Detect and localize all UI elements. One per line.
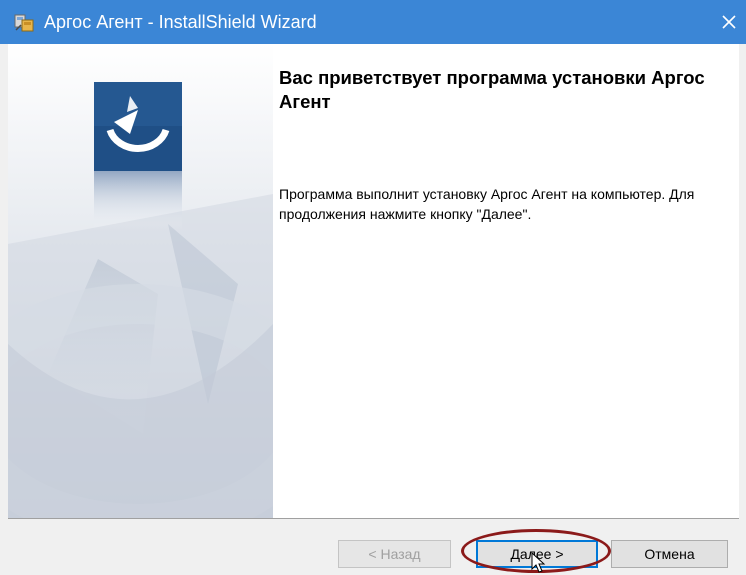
mouse-cursor-icon [531, 552, 546, 573]
installer-window: Аргос Агент - InstallShield Wizard Вас п… [0, 0, 746, 575]
welcome-heading: Вас приветствует программа установки Арг… [279, 67, 705, 112]
title-bar[interactable]: Аргос Агент - InstallShield Wizard [0, 0, 746, 44]
wizard-content: Вас приветствует программа установки Арг… [8, 44, 739, 518]
window-title: Аргос Агент - InstallShield Wizard [44, 12, 317, 32]
welcome-description: Программа выполнит установку Аргос Агент… [279, 186, 695, 222]
button-bar: < Назад Далее > Отмена [8, 518, 739, 575]
cancel-button[interactable]: Отмена [611, 540, 728, 568]
close-button[interactable] [712, 0, 746, 44]
close-icon [722, 15, 736, 29]
installer-icon [14, 14, 34, 32]
argos-logo-icon [94, 82, 182, 171]
back-button[interactable]: < Назад [338, 540, 451, 568]
